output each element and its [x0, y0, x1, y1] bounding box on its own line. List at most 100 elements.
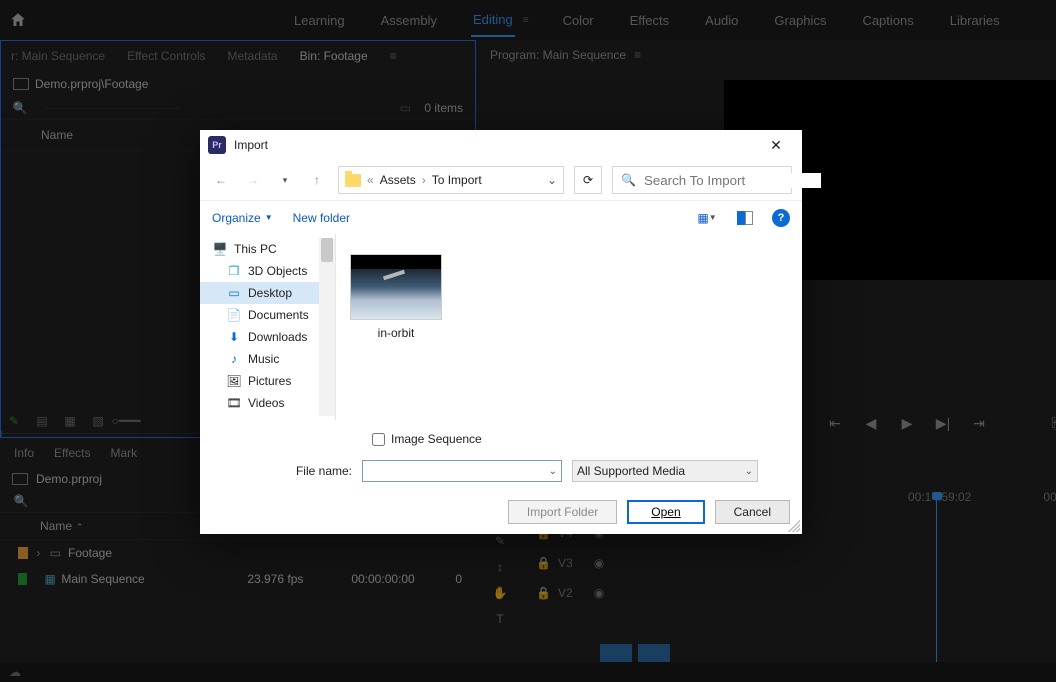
source-tab-main-sequence[interactable]: r: Main Sequence — [11, 49, 105, 63]
download-icon: ⬇ — [226, 330, 242, 344]
column-name[interactable]: Name — [41, 128, 73, 142]
filter-icon[interactable]: ▭ — [398, 101, 412, 115]
step-back-icon[interactable]: ◀ — [864, 416, 878, 430]
search-input[interactable]: 🔍 — [612, 166, 792, 194]
freeform-view-icon[interactable]: ▧ — [91, 414, 105, 428]
organize-menu[interactable]: Organize▼ — [212, 211, 273, 225]
expand-icon[interactable]: › — [36, 546, 46, 560]
workspace-tab-learning[interactable]: Learning — [292, 5, 347, 36]
tree-node-music[interactable]: ♪ Music — [200, 348, 335, 370]
playhead[interactable] — [936, 496, 937, 672]
track-row[interactable]: 🔒 V2 ◉ — [536, 578, 1046, 608]
cancel-button[interactable]: Cancel — [715, 500, 790, 524]
project-tab-markers[interactable]: Mark — [110, 446, 137, 460]
close-button[interactable]: ✕ — [758, 131, 794, 159]
chevron-down-icon[interactable]: ⌄ — [745, 466, 753, 477]
tree-node-desktop[interactable]: ▭ Desktop — [200, 282, 335, 304]
file-item-in-orbit[interactable]: in-orbit — [350, 254, 442, 340]
tree-node-downloads[interactable]: ⬇ Downloads — [200, 326, 335, 348]
slip-tool-icon[interactable]: ↕ — [493, 560, 507, 574]
crumb-root-icon[interactable]: « — [367, 173, 374, 187]
refresh-button[interactable]: ⟳ — [574, 166, 602, 194]
change-view-icon[interactable]: ▦ ▼ — [696, 209, 718, 227]
file-type-filter[interactable]: All Supported Media ⌄ — [572, 460, 758, 482]
play-icon[interactable]: ▶ — [900, 416, 914, 430]
open-button[interactable]: Open — [627, 500, 704, 524]
file-name-combo[interactable]: ⌄ — [362, 460, 562, 482]
mark-out-icon[interactable]: ⇥ — [972, 416, 986, 430]
step-forward-icon[interactable]: ▶| — [936, 416, 950, 430]
project-row[interactable]: ▦ Main Sequence 23.976 fps 00:00:00:00 0 — [0, 566, 476, 592]
eye-icon[interactable]: ◉ — [592, 586, 606, 600]
image-sequence-checkbox[interactable] — [372, 433, 385, 446]
address-bar[interactable]: « Assets › To Import ⌄ — [338, 166, 564, 194]
lift-icon[interactable]: ⎘ — [1050, 416, 1056, 430]
crumb-part[interactable]: To Import — [432, 173, 482, 187]
tree-node-this-pc[interactable]: 🖥️ This PC — [200, 238, 335, 260]
bin-breadcrumb: Demo.prproj\Footage — [1, 71, 475, 97]
workspace-tab-effects[interactable]: Effects — [628, 5, 672, 36]
tree-node-documents[interactable]: 📄 Documents — [200, 304, 335, 326]
search-field[interactable] — [644, 173, 821, 188]
source-tab-bin-footage[interactable]: Bin: Footage — [300, 49, 368, 63]
workspace-tab-editing[interactable]: Editing — [471, 4, 515, 37]
razor-tool-icon[interactable]: ✎ — [493, 534, 507, 548]
list-view-icon[interactable]: ▤ — [35, 414, 49, 428]
resize-grip[interactable] — [788, 520, 800, 532]
project-row[interactable]: › ▭ Footage — [0, 540, 476, 566]
recent-locations-icon[interactable]: ▾ — [274, 169, 296, 191]
crumb-part[interactable]: Assets — [380, 173, 416, 187]
address-history-icon[interactable]: ⌄ — [547, 173, 557, 187]
track-name: V2 — [558, 586, 584, 600]
panel-menu-icon[interactable]: ≡ — [634, 48, 641, 62]
transport-controls: ⇤ ◀ ▶ ▶| ⇥ ⎘ ⎗ — [828, 416, 1056, 430]
import-folder-button[interactable]: Import Folder — [508, 500, 617, 524]
project-tab-info[interactable]: Info — [14, 446, 34, 460]
search-icon[interactable]: 🔍 — [13, 101, 27, 115]
help-icon[interactable]: ? — [772, 209, 790, 227]
workspace-tab-assembly[interactable]: Assembly — [379, 5, 439, 36]
timeline-clip[interactable] — [638, 644, 670, 664]
workspace-tab-graphics[interactable]: Graphics — [772, 5, 828, 36]
write-icon[interactable]: ✎ — [7, 414, 21, 428]
workspace-tab-captions[interactable]: Captions — [860, 5, 915, 36]
scroll-thumb[interactable] — [321, 238, 333, 262]
tree-node-3d-objects[interactable]: ❒ 3D Objects — [200, 260, 335, 282]
file-list[interactable]: in-orbit — [336, 234, 802, 420]
search-icon[interactable]: 🔍 — [14, 494, 28, 508]
workspace-tab-audio[interactable]: Audio — [703, 5, 740, 36]
lock-icon[interactable]: 🔒 — [536, 586, 550, 600]
source-tab-effect-controls[interactable]: Effect Controls — [127, 49, 205, 63]
program-tab[interactable]: Program: Main Sequence — [490, 48, 626, 62]
panel-menu-icon[interactable]: ≡ — [390, 49, 397, 63]
project-tab-effects[interactable]: Effects — [54, 446, 90, 460]
tree-node-videos[interactable]: 🎞 Videos — [200, 392, 335, 414]
tree-node-pictures[interactable]: 🖼 Pictures — [200, 370, 335, 392]
lock-icon[interactable]: 🔒 — [536, 556, 550, 570]
scrollbar[interactable] — [319, 238, 335, 416]
monitor-icon: 🖥️ — [212, 242, 228, 256]
workspace-tab-color[interactable]: Color — [561, 5, 596, 36]
row-media-end: 0 — [455, 572, 462, 586]
source-tab-metadata[interactable]: Metadata — [228, 49, 278, 63]
type-tool-icon[interactable]: T — [493, 612, 507, 626]
cloud-icon[interactable]: ☁ — [8, 665, 22, 679]
zoom-slider-icon[interactable]: ○━━━ — [119, 414, 133, 428]
pictures-icon: 🖼 — [226, 374, 242, 388]
timeline-clip[interactable] — [600, 644, 632, 664]
chevron-down-icon[interactable]: ⌄ — [549, 466, 557, 477]
icon-view-icon[interactable]: ▦ — [63, 414, 77, 428]
nav-up-icon[interactable]: ↑ — [306, 169, 328, 191]
nav-back-icon[interactable]: ← — [210, 169, 232, 191]
panel-menu-icon[interactable]: ≡ — [523, 15, 529, 26]
home-icon[interactable] — [8, 10, 28, 30]
workspace-tab-libraries[interactable]: Libraries — [948, 5, 1002, 36]
new-folder-button[interactable]: New folder — [293, 211, 350, 225]
nav-forward-icon[interactable]: → — [242, 169, 264, 191]
eye-icon[interactable]: ◉ — [592, 556, 606, 570]
mark-in-icon[interactable]: ⇤ — [828, 416, 842, 430]
file-name-input[interactable] — [367, 464, 557, 478]
hand-tool-icon[interactable]: ✋ — [493, 586, 507, 600]
preview-pane-icon[interactable] — [734, 209, 756, 227]
track-row[interactable]: 🔒 V3 ◉ — [536, 548, 1046, 578]
